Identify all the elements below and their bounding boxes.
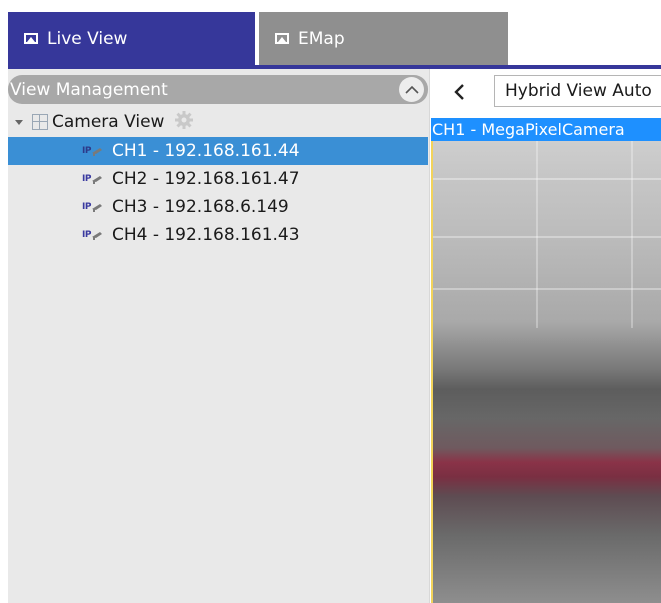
video-detail — [431, 236, 661, 238]
ip-camera-icon: IP — [82, 174, 105, 184]
live-view-area: Hybrid View Auto CH1 - MegaPixelCamera — [431, 69, 661, 603]
gear-icon[interactable] — [174, 110, 194, 135]
tab-bar: Live View EMap — [0, 0, 661, 69]
channel-list: IP CH1 - 192.168.161.44 IP CH2 - 192.168… — [8, 137, 428, 249]
camera-label: CH1 - MegaPixelCamera — [431, 118, 661, 141]
view-management-header[interactable]: View Management — [8, 75, 428, 104]
chevron-up-icon[interactable] — [399, 77, 424, 102]
channel-item-ch3[interactable]: IP CH3 - 192.168.6.149 — [8, 193, 428, 221]
channel-item-ch2[interactable]: IP CH2 - 192.168.161.47 — [8, 165, 428, 193]
video-detail — [536, 138, 538, 328]
tab-live-view[interactable]: Live View — [8, 12, 255, 65]
expand-arrow-icon[interactable] — [15, 119, 23, 125]
view-management-panel: View Management Camera View IP CH1 - 192… — [8, 69, 430, 603]
tree-node-camera-view[interactable]: Camera View — [8, 110, 428, 134]
channel-item-ch4[interactable]: IP CH4 - 192.168.161.43 — [8, 221, 428, 249]
channel-label: CH4 - 192.168.161.43 — [111, 225, 300, 245]
tree-node-label: Camera View — [52, 112, 165, 132]
grid-icon — [32, 114, 48, 130]
ip-camera-icon: IP — [82, 230, 105, 240]
video-detail — [631, 138, 633, 328]
channel-label: CH1 - 192.168.161.44 — [111, 141, 300, 161]
view-layout-select[interactable]: Hybrid View Auto — [494, 75, 661, 107]
tab-emap[interactable]: EMap — [259, 12, 508, 65]
channel-label: CH2 - 192.168.161.47 — [111, 169, 300, 189]
tab-label: Live View — [47, 28, 128, 49]
selected-view-border — [431, 141, 433, 603]
tab-label: EMap — [298, 28, 345, 49]
channel-label: CH3 - 192.168.6.149 — [111, 197, 289, 217]
video-detail — [431, 288, 661, 290]
chevron-left-icon[interactable] — [449, 79, 469, 105]
video-detail — [431, 178, 661, 180]
camera-video-feed[interactable]: CH1 - MegaPixelCamera — [431, 118, 661, 603]
image-icon — [275, 33, 289, 44]
ip-camera-icon: IP — [82, 146, 105, 156]
ip-camera-icon: IP — [82, 202, 105, 212]
view-management-title: View Management — [10, 79, 168, 100]
channel-item-ch1[interactable]: IP CH1 - 192.168.161.44 — [8, 137, 428, 165]
image-icon — [24, 33, 38, 44]
